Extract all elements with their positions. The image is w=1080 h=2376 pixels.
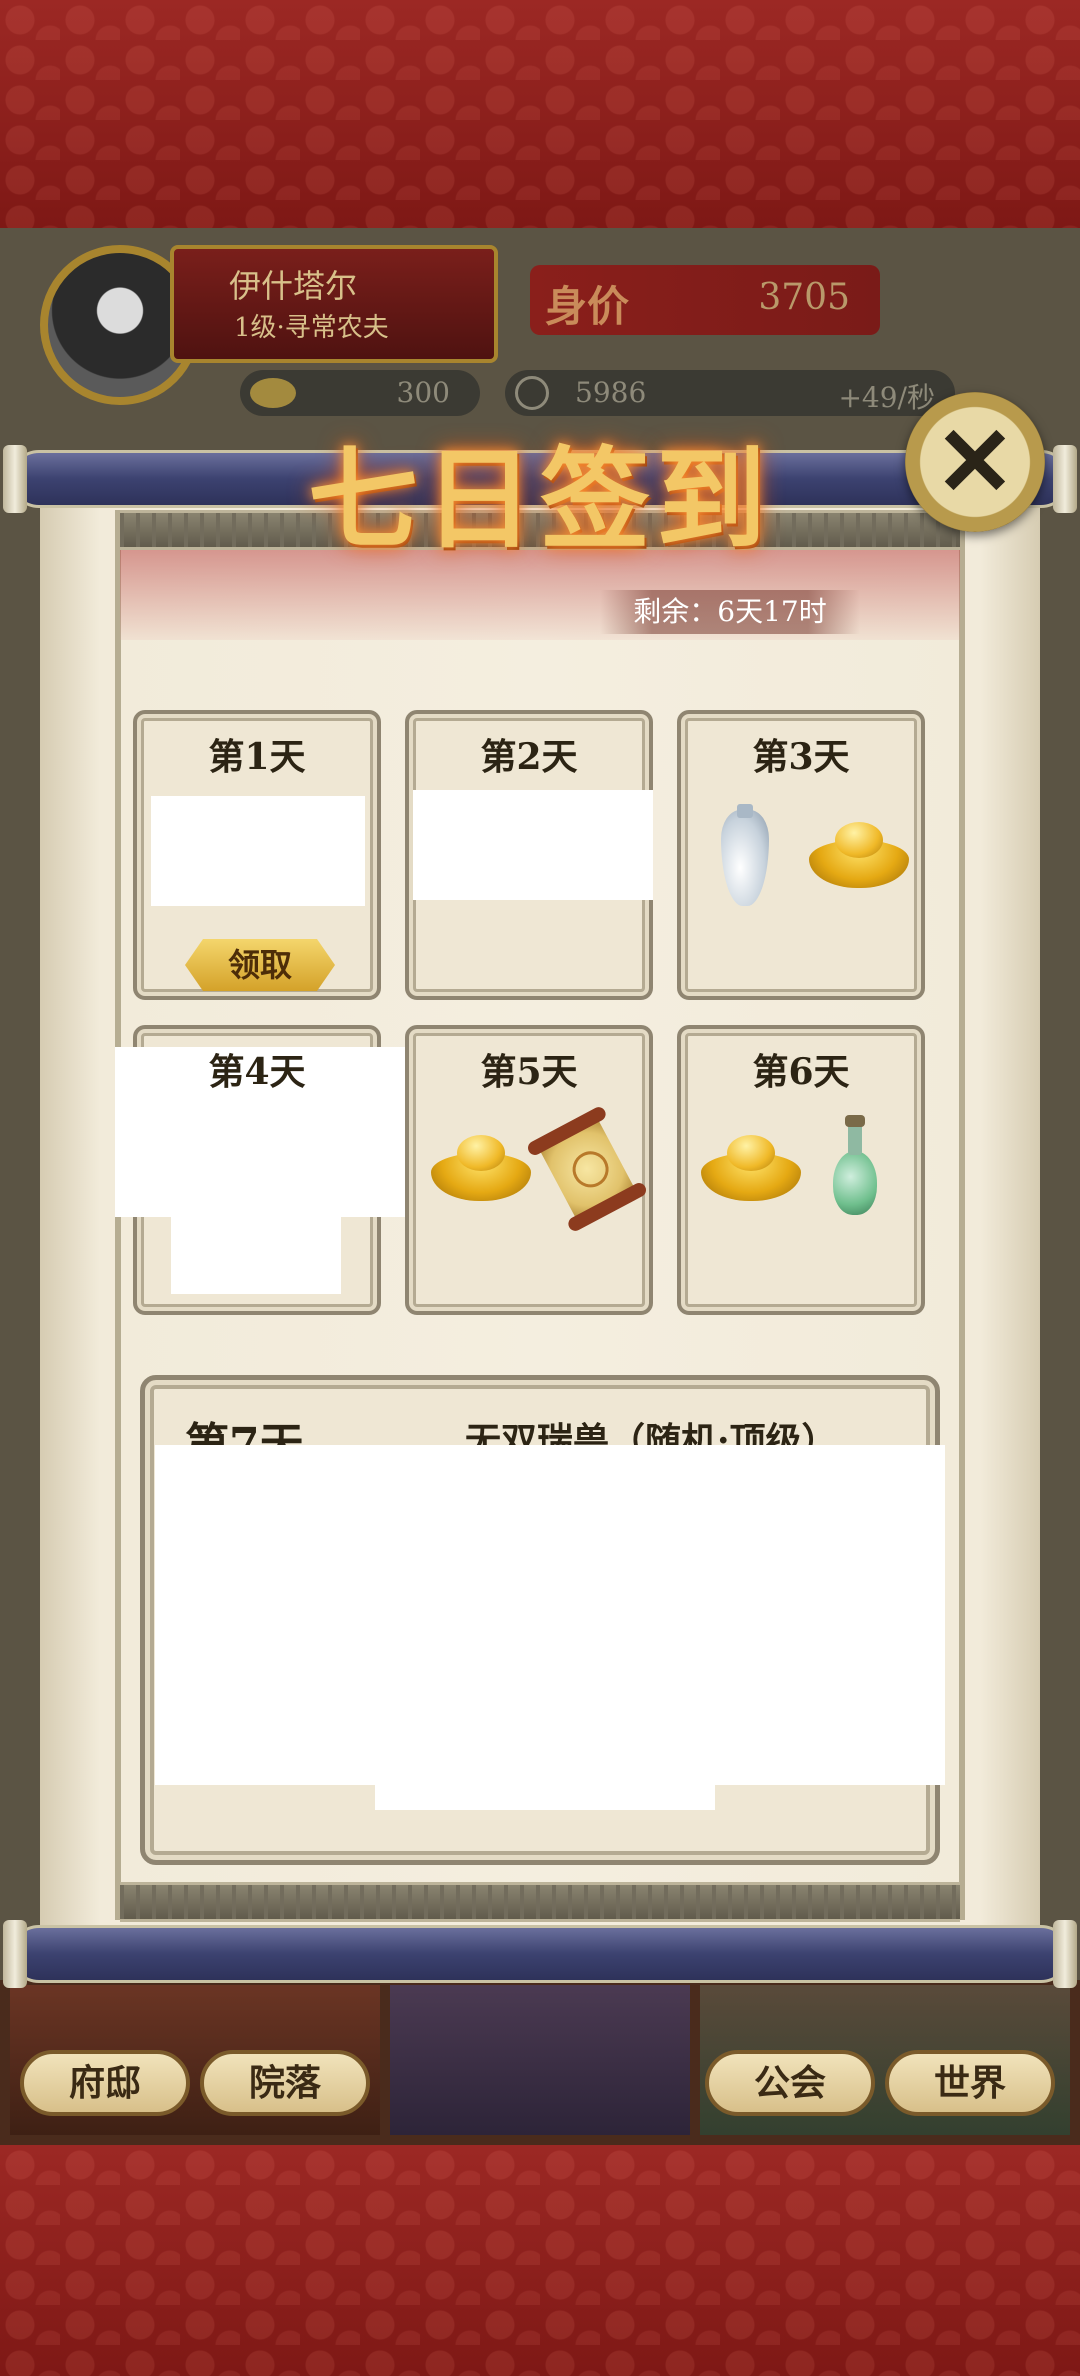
gold-ingot-icon xyxy=(250,378,296,408)
day-label: 第6天 xyxy=(752,1051,850,1093)
player-info-panel[interactable]: 伊什塔尔 1级·寻常农夫 xyxy=(170,245,498,363)
gold-ingot-icon xyxy=(431,1131,531,1201)
vase-icon xyxy=(721,804,769,906)
nav-scene-center xyxy=(390,1985,690,2135)
close-icon: ✕ xyxy=(934,405,1016,518)
day-label: 第3天 xyxy=(752,736,850,778)
day-card-5[interactable]: 第5天 xyxy=(405,1025,653,1315)
day-card-4[interactable]: 第4天 第4天 xyxy=(115,1025,405,1315)
bottom-pattern-band xyxy=(120,1882,960,1922)
nav-courtyard-button[interactable]: 院落 xyxy=(200,2050,370,2116)
nav-world-button[interactable]: 世界 xyxy=(885,2050,1055,2116)
day-card-6[interactable]: 第6天 xyxy=(677,1025,925,1315)
reward-area xyxy=(151,796,365,906)
gold-ingot-icon xyxy=(809,818,909,888)
day-card-7[interactable]: 第7天 无双瑞兽（随机·顶级） xyxy=(140,1375,945,1865)
day-card-1[interactable]: 第1天 领取 xyxy=(133,710,381,1000)
coin-icon xyxy=(515,376,549,410)
worth-label: 身价 xyxy=(545,282,630,331)
close-button[interactable]: ✕ xyxy=(905,392,1045,532)
ingot-count: 300 xyxy=(396,376,450,409)
day-label: 第5天 xyxy=(480,1051,578,1093)
day-label-overlay: 第4天 xyxy=(208,1051,306,1093)
bottom-scroll-roller xyxy=(3,1920,1077,1988)
top-decorative-band xyxy=(0,0,1080,228)
reward-area xyxy=(155,1445,945,1785)
reward-area xyxy=(413,790,653,900)
reward-area-lower xyxy=(171,1214,341,1294)
reward-area-lower xyxy=(375,1780,715,1810)
nav-mansion-button[interactable]: 府邸 xyxy=(20,2050,190,2116)
potion-bottle-icon xyxy=(833,1115,877,1215)
scroll-icon xyxy=(525,1104,649,1234)
remaining-time: 剩余：6天17时 xyxy=(600,590,860,634)
worth-value: 3705 xyxy=(758,277,850,318)
day-label: 第1天 xyxy=(208,736,306,778)
bottom-decorative-band xyxy=(0,2145,1080,2376)
player-level: 1级·寻常农夫 xyxy=(234,313,389,343)
worth-panel: 身价 3705 xyxy=(530,265,880,335)
coin-count: 5986 xyxy=(575,376,647,409)
day-label: 第2天 xyxy=(480,736,578,778)
player-name: 伊什塔尔 xyxy=(229,267,358,305)
nav-guild-button[interactable]: 公会 xyxy=(705,2050,875,2116)
day-card-3[interactable]: 第3天 xyxy=(677,710,925,1000)
claim-button[interactable]: 领取 xyxy=(185,939,335,991)
day-card-2[interactable]: 第2天 xyxy=(405,710,653,1000)
gold-ingot-icon xyxy=(701,1131,801,1201)
